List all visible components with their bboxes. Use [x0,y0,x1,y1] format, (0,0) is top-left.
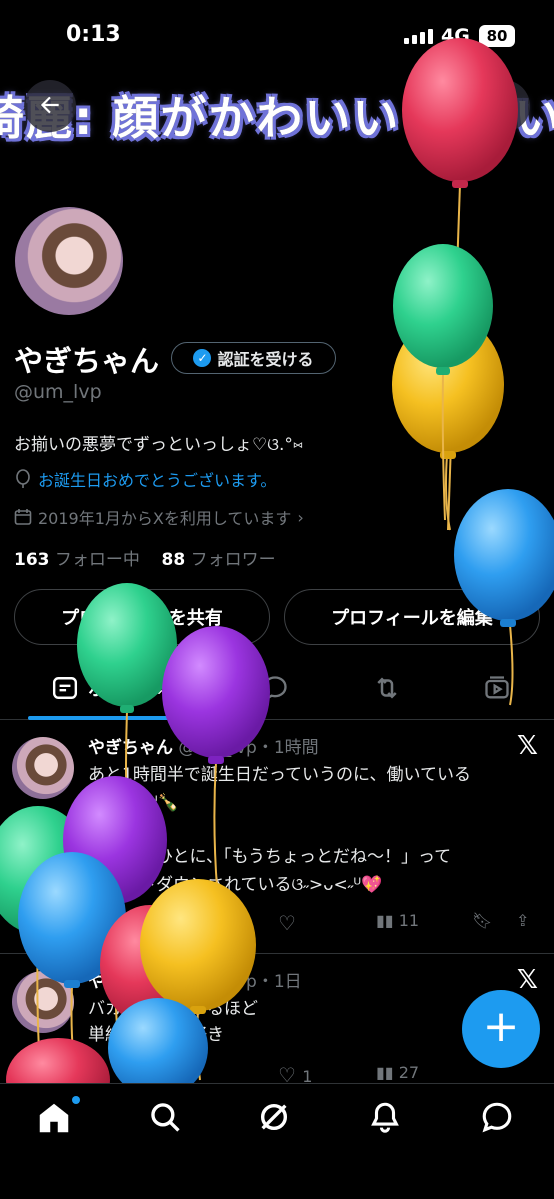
status-time: 0:13 [66,22,121,47]
reply-button[interactable]: 💬︎ [88,911,108,930]
views-button[interactable]: ▮▮ 11 [376,911,419,930]
calendar-icon [14,509,32,525]
tab-media[interactable] [462,656,532,720]
search-icon [493,94,515,116]
post-meta: @um_lvp・1日 [178,972,302,992]
joined-row[interactable]: 2019年1月からXを利用しています › [14,505,304,529]
views-icon: ▮▮ [376,911,394,930]
video-icon [485,676,509,699]
edit-profile-button[interactable]: プロフィールを編集 [284,589,540,645]
notification-dot [72,1096,80,1104]
post-item[interactable]: やぎちゃん @um_lvp・1時間 𝕏 あと1時間半で誕生日だっていうのに、働い… [0,721,554,954]
post-actions: 💬︎ ⇄ ♡ ▮▮ 11 🔖︎ ⇪ [88,911,544,937]
tab-replies[interactable] [240,656,310,720]
post-text-line: ଓ˶>ᴗ<˶ᵁ🍾 [88,793,179,813]
views-count: 11 [398,911,420,930]
share-profile-button[interactable]: プロフィールを共有 [14,589,270,645]
grok-icon [425,96,443,114]
bell-icon [371,1102,399,1133]
views-icon: ▮▮ [376,1063,394,1082]
post-meta: @um_lvp・1時間 [178,738,319,758]
tab-reposts[interactable] [352,656,422,720]
followers-link[interactable]: 88 フォロワー [162,550,276,570]
compose-post-button[interactable]: + [462,990,540,1068]
post-text-line: 単純 は好き [88,1025,224,1045]
profile-name: やぎちゃん [14,344,160,378]
tab-active-indicator [28,716,190,720]
profile-avatar[interactable] [12,204,126,318]
search-icon [151,1103,180,1132]
following-label: フォロー中 [54,550,140,570]
profile-banner: 綺麗: 顔がかわいい 優しい 好 [0,70,554,148]
post-text-line: カウントダウンされているଓ˶>ᴗ<˶ᵁ💖 [88,875,383,895]
bottom-navigation [0,1083,554,1199]
following-link[interactable]: 163 フォロー中 [14,550,140,570]
post-text-line: いろんなひとに、「もうちょっとだね〜！」って [88,847,452,867]
profile-handle: @um_lvp [14,381,102,403]
repost-icon [377,677,397,699]
nav-home[interactable] [36,1100,76,1140]
balloon [393,244,493,521]
post-header: やぎちゃん @um_lvp・1日 [88,967,302,992]
chevron-down-icon: ⌄ [152,678,166,698]
nav-search[interactable] [148,1100,188,1140]
views-button[interactable]: ▮▮ 27 [376,1063,419,1082]
post-author-name: やぎちゃん [88,738,173,758]
share-button[interactable]: ⇪ [516,911,529,930]
banner-text: 綺麗: 顔がかわいい 優しい 好 [0,91,554,145]
like-button[interactable]: ♡ [278,911,296,935]
grok-button[interactable] [408,80,460,132]
repost-button[interactable]: ⇄ [188,911,201,930]
get-verified-button[interactable]: ✓ 認証を受ける [171,342,336,374]
followers-label: フォロワー [190,550,276,570]
post-text-line: バカ わかるほど [88,999,258,1019]
balloon [392,317,504,531]
x-logo-icon: 𝕏 [517,731,538,761]
balloon-icon [16,469,30,488]
post-avatar[interactable] [12,737,74,799]
following-count: 163 [14,550,50,570]
views-count: 27 [398,1063,420,1082]
birthday-text[interactable]: お誕生日おめでとうございます。 [38,467,276,491]
profile-bio: お揃いの悪夢でずっといっしょ♡ଓ.°⑅ [14,435,304,455]
network-type: 4G [441,25,470,47]
post-header: やぎちゃん @um_lvp・1時間 [88,733,319,758]
back-button[interactable] [24,80,76,132]
follow-stats: 163 フォロー中 88 フォロワー [14,545,276,570]
joined-text: 2019年1月からXを利用しています [38,509,292,528]
get-verified-label: 認証を受ける [217,350,314,369]
signal-icon [404,28,434,44]
tab-posts-label: ポスト [88,679,143,700]
battery-icon: 80 [479,25,515,47]
home-icon [39,1103,69,1133]
chevron-right-icon: › [297,507,304,527]
verified-badge-icon: ✓ [193,349,212,367]
status-bar: 0:13 4G 80 [0,0,554,70]
reply-icon [263,676,287,701]
grok-icon [260,1103,288,1131]
post-text-line: あと1時間半で誕生日だっていうのに、働いている [88,765,471,785]
nav-grok[interactable] [257,1100,297,1140]
post-author-name: やぎちゃん [88,972,173,992]
birthday-row: お誕生日おめでとうございます。 [14,467,276,491]
followers-count: 88 [161,550,186,570]
arrow-left-icon [40,96,59,114]
search-button[interactable] [478,80,530,132]
profile-tabs: ポスト ⌄ [0,656,554,720]
x-logo-icon: 𝕏 [517,965,538,995]
chat-bubble-icon [482,1102,512,1133]
posts-icon [53,677,78,699]
post-avatar[interactable] [12,971,74,1033]
bookmark-button[interactable]: 🔖︎ [472,911,492,930]
nav-notifications[interactable] [368,1100,408,1140]
nav-messages[interactable] [480,1100,520,1140]
tab-posts[interactable]: ポスト ⌄ [28,656,190,720]
